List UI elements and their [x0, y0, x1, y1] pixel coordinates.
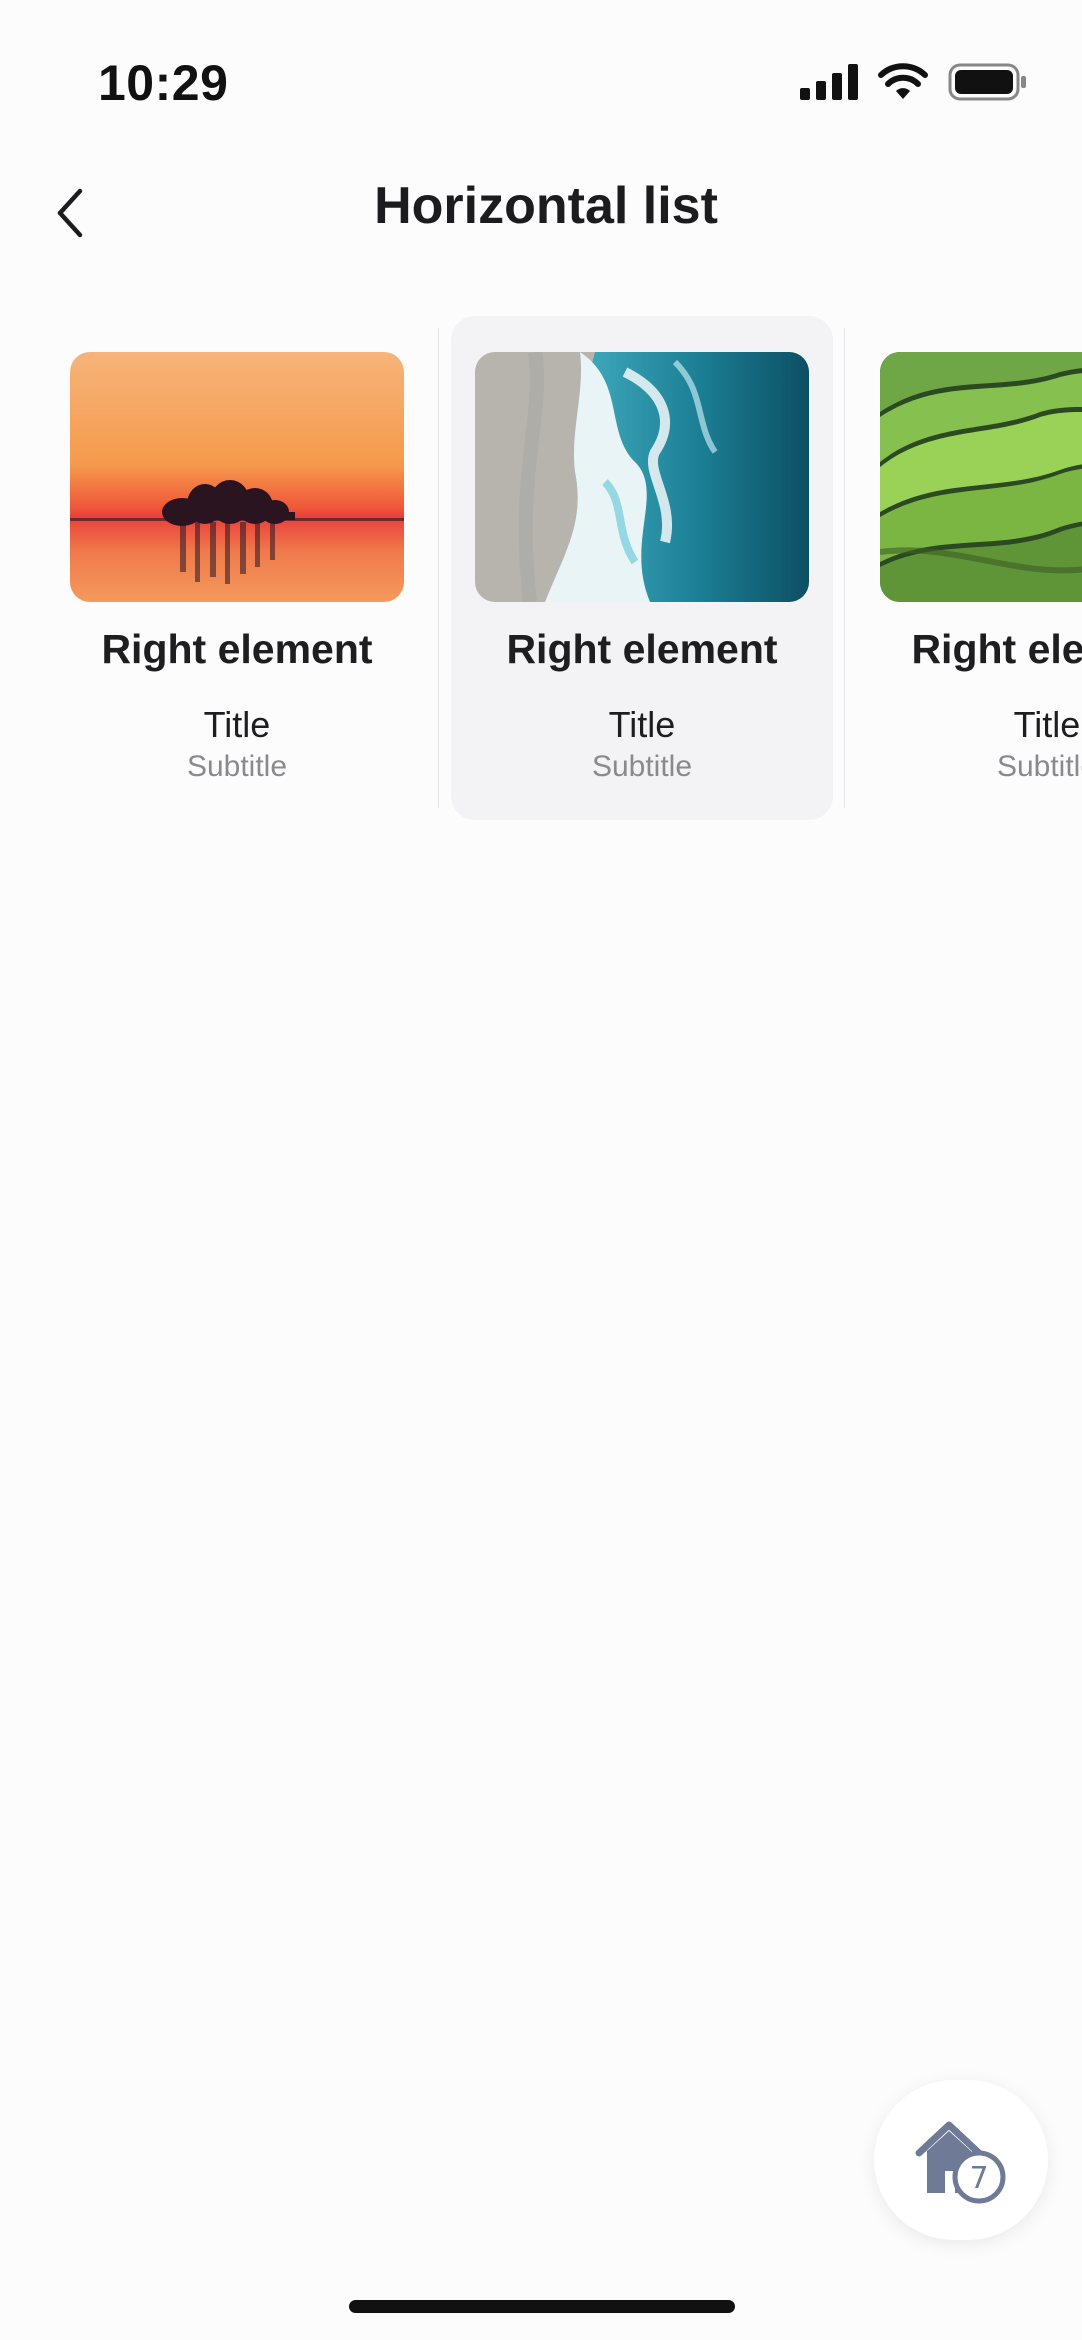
- card-right-element: Right element: [101, 626, 373, 672]
- battery-icon: [948, 63, 1026, 101]
- screen: 10:29 Horizontal list Right element Titl…: [0, 0, 1082, 2340]
- wifi-icon: [878, 63, 928, 99]
- horizontal-list[interactable]: Right element Title Subtitle Right eleme…: [0, 316, 1082, 826]
- card-image-sunset: [70, 352, 404, 602]
- card-subtitle: Subtitle: [591, 750, 693, 783]
- card-title: Title: [203, 704, 271, 745]
- divider: [438, 328, 439, 808]
- card-subtitle: Subtitle: [186, 750, 288, 783]
- card-title: Title: [608, 704, 676, 745]
- card-image-hills: [880, 352, 1082, 602]
- fab-badge-count: 7: [969, 2161, 988, 2196]
- list-item-card[interactable]: Right element Title Subtitle: [46, 316, 428, 820]
- card-title: Title: [1013, 704, 1081, 745]
- card-image-ocean: [475, 352, 809, 602]
- list-item-card[interactable]: Right element Title Subtitle: [856, 316, 1082, 820]
- card-subtitle: Subtitle: [996, 750, 1082, 783]
- home-icon: 7: [915, 2121, 1006, 2204]
- home-fab-button[interactable]: 7: [874, 2080, 1048, 2240]
- card-right-element: Right element: [506, 626, 778, 672]
- status-icons: [800, 62, 1028, 102]
- status-time: 10:29: [98, 55, 229, 111]
- signal-icon: [800, 64, 858, 100]
- page-title: Horizontal list: [374, 177, 718, 235]
- home-indicator[interactable]: [349, 2300, 735, 2313]
- card-right-element: Right element: [911, 626, 1082, 672]
- list-item-card-selected[interactable]: Right element Title Subtitle: [451, 316, 833, 820]
- divider: [844, 328, 845, 808]
